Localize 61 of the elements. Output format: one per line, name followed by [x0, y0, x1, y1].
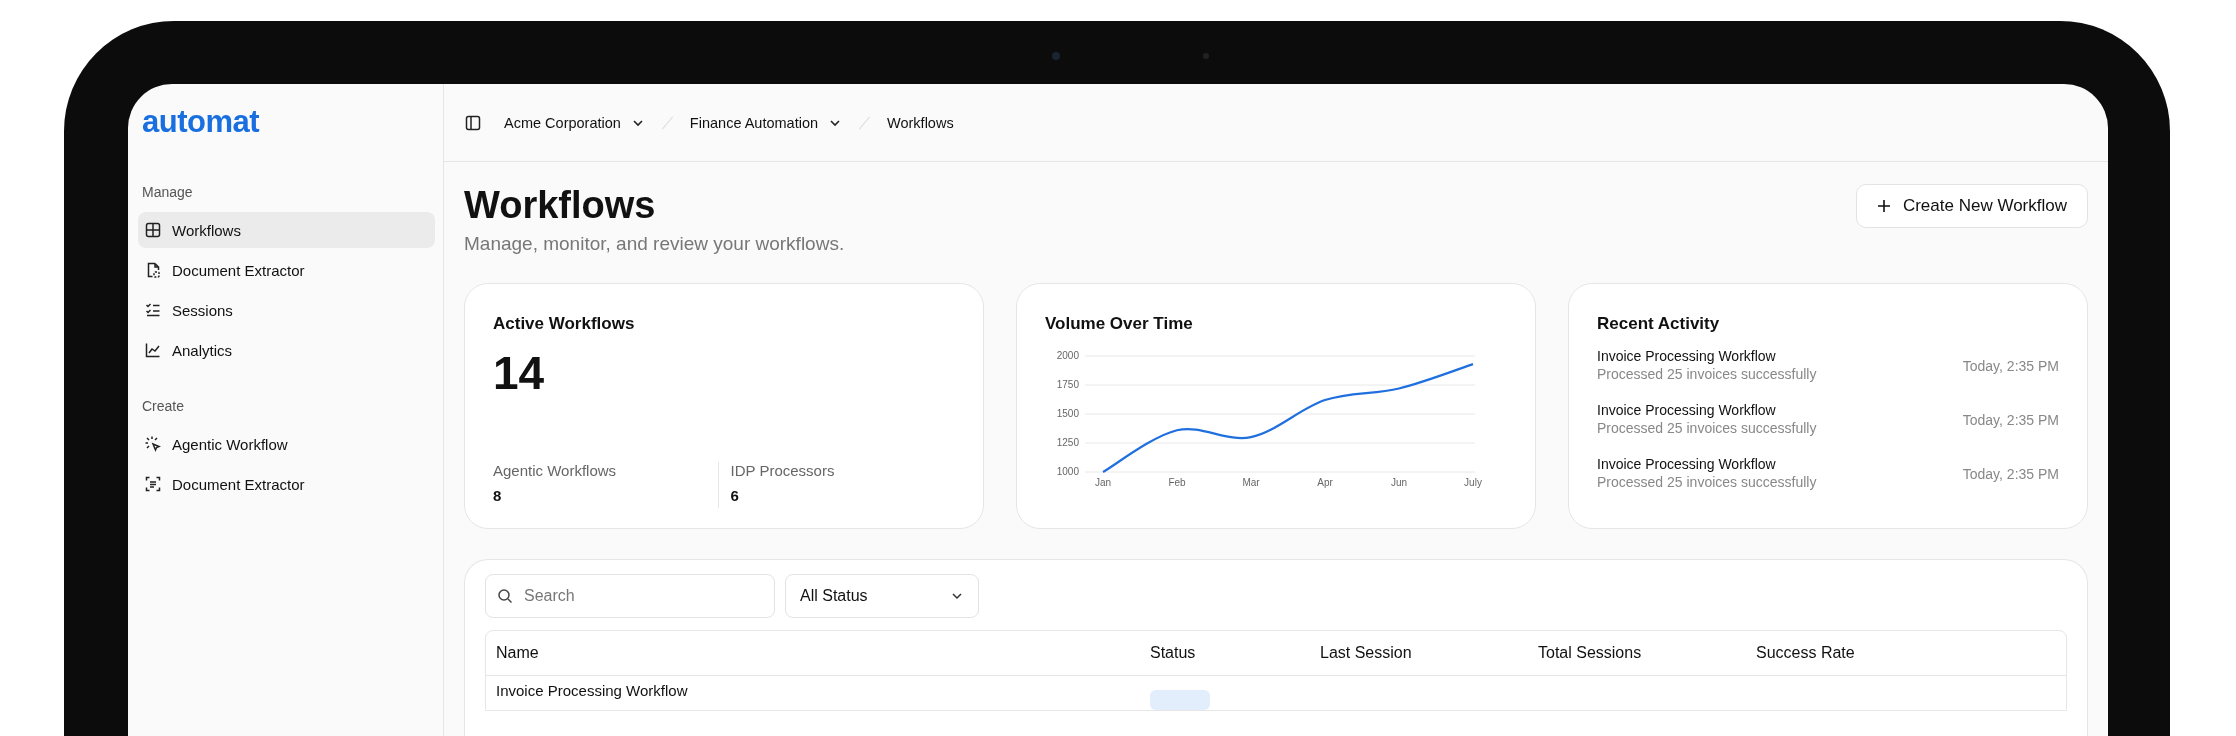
card-title: Recent Activity — [1597, 314, 1721, 334]
page-subtitle: Manage, monitor, and review your workflows. — [464, 233, 845, 255]
breadcrumb[interactable]: Workflows — [887, 114, 954, 131]
axis-label: 2000 — [1056, 350, 1079, 361]
axis-label: 1750 — [1056, 379, 1079, 390]
activity-detail: Processed 25 invoices successfully — [1597, 420, 1817, 436]
sidebar-item[interactable]: Analytics — [138, 332, 435, 368]
section-label: Manage — [141, 184, 194, 202]
create-workflow-button[interactable]: Create New Workflow — [1855, 184, 2088, 228]
sidebar-item[interactable]: Workflows — [138, 212, 435, 248]
activity-time: Today, 2:35 PM — [1962, 358, 2059, 374]
status-dropdown[interactable]: All Status — [785, 574, 979, 618]
search-icon — [497, 588, 513, 604]
activity-title: Invoice Processing Workflow — [1597, 348, 1777, 364]
grid-icon — [144, 221, 162, 239]
sidebar-item[interactable]: Document Extractor — [138, 466, 435, 502]
camera-icon — [1051, 49, 1211, 63]
activity-time: Today, 2:35 PM — [1962, 412, 2059, 428]
workflow-name[interactable]: Invoice Processing Workflow — [496, 682, 688, 710]
activity-title: Invoice Processing Workflow — [1597, 402, 1777, 418]
breadcrumb[interactable]: Acme Corporation — [504, 114, 645, 131]
plus-icon — [1876, 199, 1891, 213]
axis-label: Mar — [1242, 477, 1260, 488]
stat-value: 14 — [493, 346, 546, 400]
activity-time: Today, 2:35 PM — [1962, 466, 2059, 482]
stat-label: IDP Processors — [730, 462, 836, 479]
sidebar-item[interactable]: Agentic Workflow — [138, 426, 435, 462]
activity-detail: Processed 25 invoices successfully — [1597, 474, 1817, 490]
stat-value: 6 — [730, 487, 740, 504]
axis-label: Apr — [1317, 477, 1333, 488]
activity-title: Invoice Processing Workflow — [1597, 456, 1777, 472]
activity-detail: Processed 25 invoices successfully — [1597, 366, 1817, 382]
search-field[interactable]: Search — [485, 574, 775, 618]
axis-label: Jan — [1094, 477, 1112, 488]
column-header: Status — [1150, 644, 1197, 662]
sidebar-item[interactable]: Document Extractor — [138, 252, 435, 288]
section-label: Create — [141, 398, 186, 416]
axis-label: Feb — [1168, 477, 1186, 488]
stat-label: Agentic Workflows — [493, 462, 618, 479]
status-badge — [1150, 690, 1210, 710]
spark-icon — [144, 435, 162, 453]
column-header: Total Sessions — [1538, 644, 1643, 662]
axis-label: July — [1464, 477, 1482, 488]
axis-label: 1500 — [1056, 408, 1079, 419]
chart-icon — [144, 341, 162, 359]
column-header: Name — [496, 644, 540, 662]
list-icon — [144, 301, 162, 319]
card-title: Volume Over Time — [1045, 314, 1194, 334]
column-header: Last Session — [1320, 644, 1413, 662]
breadcrumb[interactable]: Finance Automation — [689, 114, 843, 131]
axis-label: 1250 — [1056, 437, 1079, 448]
page-title: Workflows — [464, 184, 657, 227]
stat-value: 8 — [493, 487, 503, 504]
column-header: Success Rate — [1756, 644, 1856, 662]
logo[interactable]: automat — [138, 84, 260, 160]
axis-label: 1000 — [1056, 466, 1079, 477]
sidebar-item[interactable]: Sessions — [138, 292, 435, 328]
sidebar-toggle-icon[interactable] — [464, 113, 482, 132]
axis-label: Jun — [1390, 477, 1408, 488]
scan-icon — [144, 475, 162, 493]
card-title: Active Workflows — [493, 314, 636, 334]
